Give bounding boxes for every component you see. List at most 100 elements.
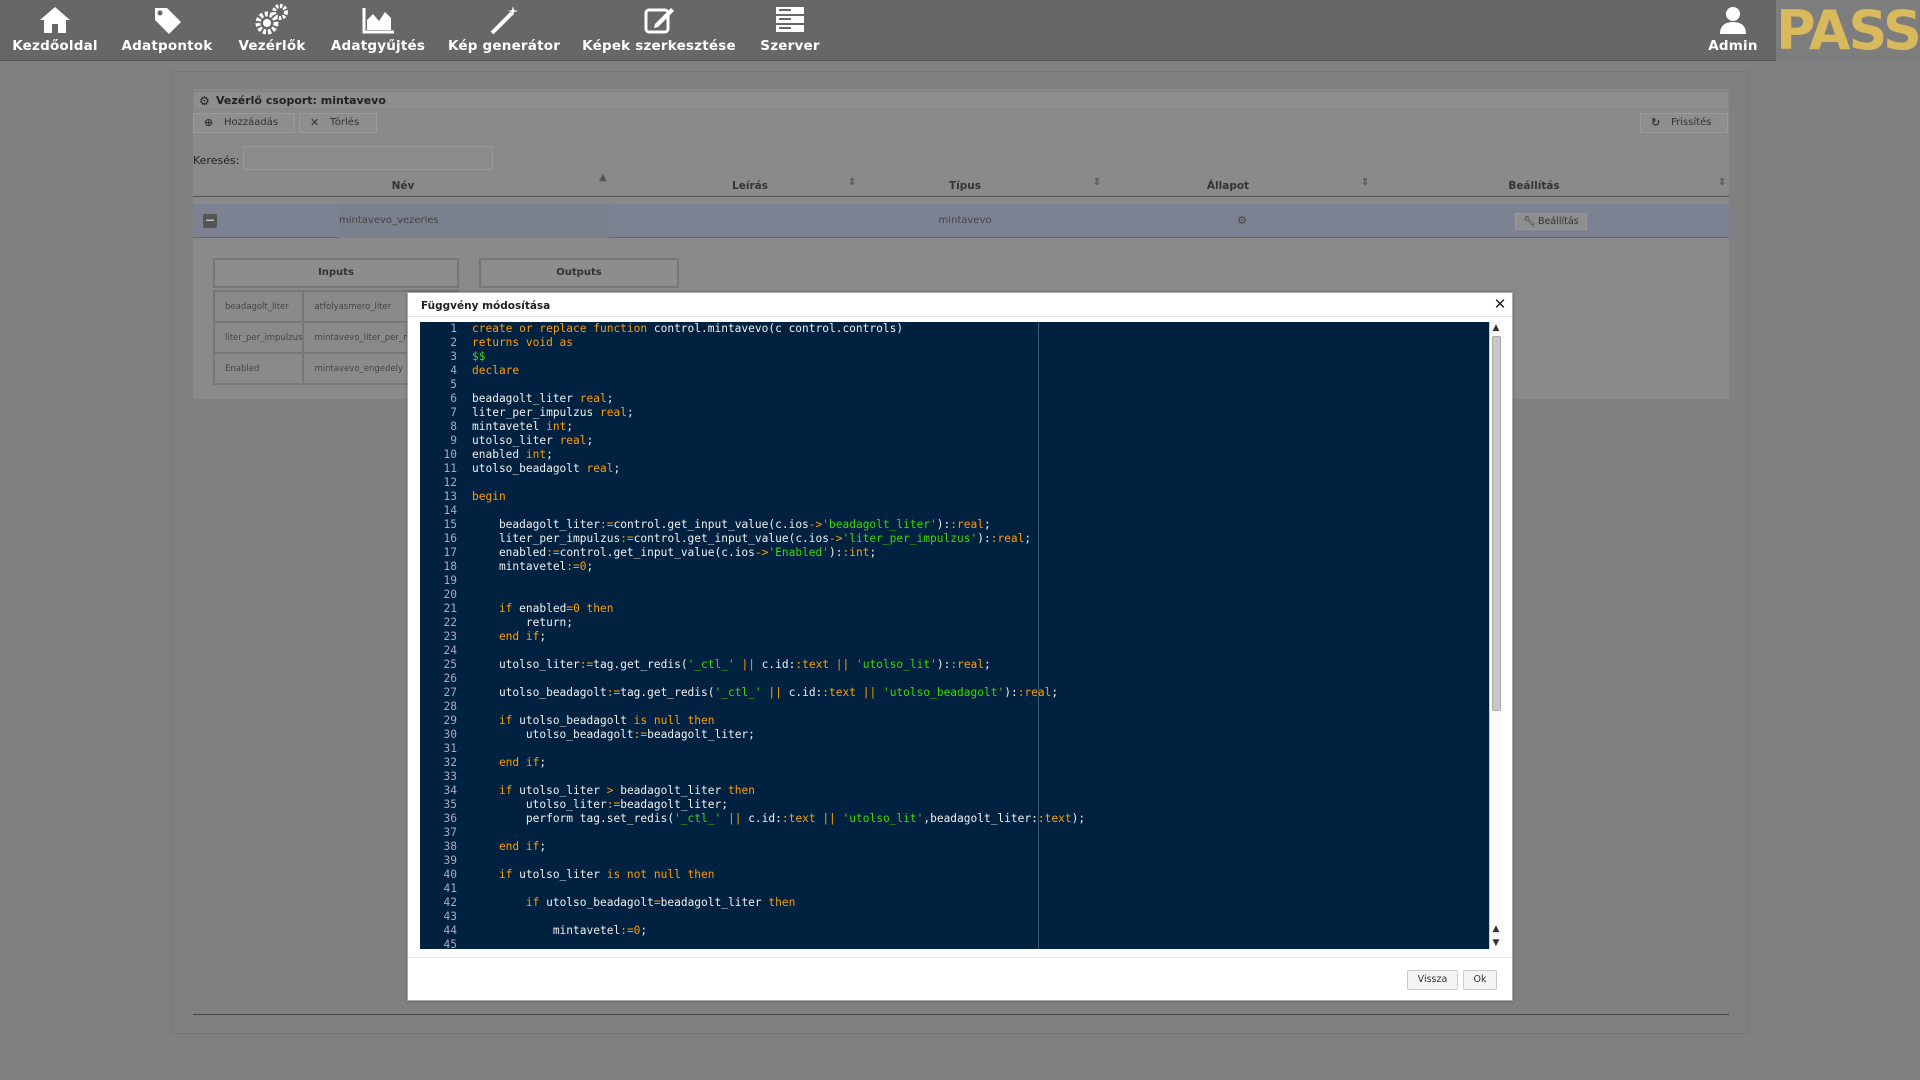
code-line[interactable]: 15 beadagolt_liter:=control.get_input_va…	[420, 518, 1490, 532]
collapse-icon[interactable]: −	[203, 214, 217, 228]
code-line[interactable]: 6 beadagolt_liter real;	[420, 392, 1490, 406]
line-number: 40	[443, 868, 457, 881]
code-line[interactable]: 17 enabled:=control.get_input_value(c.io…	[420, 546, 1490, 560]
line-number: 44	[443, 924, 457, 937]
code-content[interactable]: 1 create or replace function control.mint…	[420, 322, 1490, 949]
code-line[interactable]: 27 utolso_beadagolt:=tag.get_redis('_ctl…	[420, 686, 1490, 700]
close-icon[interactable]: ✕	[1493, 297, 1507, 312]
line-number: 1	[450, 322, 457, 335]
io-input-cell: beadagolt_liter	[212, 290, 305, 323]
code-line[interactable]: 42 if utolso_beadagolt=beadagolt_liter t…	[420, 896, 1490, 910]
code-line[interactable]: 18 mintavetel:=0;	[420, 560, 1490, 574]
vertical-scrollbar[interactable]: ▲ ▲ ▼	[1489, 322, 1502, 949]
nav-item-vezerlok[interactable]: Vezérlők	[232, 4, 312, 58]
code-line[interactable]: 25 utolso_liter:=tag.get_redis('_ctl_' |…	[420, 658, 1490, 672]
ok-button[interactable]: Ok	[1463, 970, 1497, 990]
edit-icon	[644, 8, 674, 34]
line-number: 41	[443, 882, 457, 895]
code-line[interactable]: 33	[420, 770, 1490, 784]
code-line[interactable]: 1 create or replace function control.mint…	[420, 322, 1490, 336]
code-line[interactable]: 41	[420, 882, 1490, 896]
scroll-up-icon[interactable]: ▲	[1490, 923, 1502, 935]
search-label: Keresés:	[193, 154, 240, 167]
code-line[interactable]: 31	[420, 742, 1490, 756]
column-header-allapot[interactable]: Állapot	[1093, 175, 1363, 197]
column-header-tipus[interactable]: Típus	[793, 175, 1137, 197]
code-line[interactable]: 4 declare	[420, 364, 1490, 378]
line-number: 22	[443, 616, 457, 629]
settings-button-label: Beállítás	[1538, 216, 1579, 227]
nav-item-szerver[interactable]: Szerver	[754, 4, 826, 58]
delete-button[interactable]: ✕ Törlés	[299, 113, 377, 133]
code-line[interactable]: 34 if utolso_liter > beadagolt_liter the…	[420, 784, 1490, 798]
code-line[interactable]: 43	[420, 910, 1490, 924]
code-line[interactable]: 44 mintavetel:=0;	[420, 924, 1490, 938]
refresh-button[interactable]: ↻ Frissítés	[1640, 113, 1728, 133]
code-line[interactable]: 23 end if;	[420, 630, 1490, 644]
code-line[interactable]: 5	[420, 378, 1490, 392]
settings-button[interactable]: 🔧︎ Beállítás	[1515, 213, 1587, 230]
table-row[interactable]: − mintavevo_vezerles mintavevo ⚙ 🔧︎ Beál…	[193, 204, 1729, 238]
divider	[193, 1014, 1729, 1015]
code-line[interactable]: 3 $$	[420, 350, 1490, 364]
line-number: 17	[443, 546, 457, 559]
admin-menu[interactable]: Admin	[1706, 4, 1760, 58]
scroll-up-icon[interactable]: ▲	[1490, 322, 1502, 334]
code-line[interactable]: 16 liter_per_impulzus:=control.get_input…	[420, 532, 1490, 546]
scroll-down-icon[interactable]: ▼	[1490, 937, 1502, 949]
code-line[interactable]: 2 returns void as	[420, 336, 1490, 350]
line-number: 26	[443, 672, 457, 685]
code-line[interactable]: 7 liter_per_impulzus real;	[420, 406, 1490, 420]
code-line[interactable]: 13 begin	[420, 490, 1490, 504]
nav-label: Vezérlők	[238, 38, 306, 54]
code-text: if utolso_beadagolt is null then	[472, 714, 715, 727]
gear-icon: ⚙	[199, 94, 210, 108]
code-line[interactable]: 14	[420, 504, 1490, 518]
column-header-nev[interactable]: Név	[193, 175, 613, 197]
top-navigation-bar: Kezdőoldal Adatpontok Vezérlők Adatgyűjt…	[0, 0, 1920, 61]
line-number: 3	[450, 350, 457, 363]
code-line[interactable]: 10 enabled int;	[420, 448, 1490, 462]
code-line[interactable]: 38 end if;	[420, 840, 1490, 854]
code-line[interactable]: 26	[420, 672, 1490, 686]
code-line[interactable]: 12	[420, 476, 1490, 490]
code-line[interactable]: 40 if utolso_liter is not null then	[420, 868, 1490, 882]
code-line[interactable]: 22 return;	[420, 616, 1490, 630]
nav-label: Kezdőoldal	[12, 38, 98, 54]
code-line[interactable]: 28	[420, 700, 1490, 714]
table-header: Név ▲ Leírás ⇕ Típus ⇕ Állapot ⇕ Beállít…	[193, 172, 1729, 197]
code-line[interactable]: 11 utolso_beadagolt real;	[420, 462, 1490, 476]
code-line[interactable]: 39	[420, 854, 1490, 868]
code-text: mintavetel:=0;	[472, 560, 594, 573]
nav-item-kep-generator[interactable]: Kép generátor	[448, 4, 560, 58]
code-line[interactable]: 19	[420, 574, 1490, 588]
nav-item-adatgyujtes[interactable]: Adatgyűjtés	[328, 4, 428, 58]
code-line[interactable]: 8 mintavetel int;	[420, 420, 1490, 434]
search-input[interactable]	[243, 146, 493, 170]
delete-button-label: Törlés	[330, 117, 360, 128]
line-number: 18	[443, 560, 457, 573]
code-line[interactable]: 45	[420, 938, 1490, 949]
code-line[interactable]: 29 if utolso_beadagolt is null then	[420, 714, 1490, 728]
status-gear-icon: ⚙	[1237, 214, 1247, 227]
back-button[interactable]: Vissza	[1407, 970, 1458, 990]
code-line[interactable]: 32 end if;	[420, 756, 1490, 770]
scrollbar-thumb[interactable]	[1492, 336, 1501, 711]
nav-item-kezdooldal[interactable]: Kezdőoldal	[12, 4, 98, 58]
code-editor[interactable]: 1 create or replace function control.mint…	[420, 322, 1502, 949]
code-text: utolso_beadagolt real;	[472, 462, 621, 475]
column-header-beallitas[interactable]: Beállítás	[1369, 175, 1699, 197]
code-text: begin	[472, 490, 506, 503]
code-line[interactable]: 24	[420, 644, 1490, 658]
code-text: enabled int;	[472, 448, 553, 461]
code-line[interactable]: 9 utolso_liter real;	[420, 434, 1490, 448]
code-line[interactable]: 37	[420, 826, 1490, 840]
add-button[interactable]: ⊕ Hozzáadás	[193, 113, 295, 133]
code-line[interactable]: 20	[420, 588, 1490, 602]
code-line[interactable]: 21 if enabled=0 then	[420, 602, 1490, 616]
nav-item-adatpontok[interactable]: Adatpontok	[118, 4, 216, 58]
code-line[interactable]: 35 utolso_liter:=beadagolt_liter;	[420, 798, 1490, 812]
code-line[interactable]: 36 perform tag.set_redis('_ctl_' || c.id…	[420, 812, 1490, 826]
nav-item-kepek-szerkesztese[interactable]: Képek szerkesztése	[582, 4, 736, 58]
code-line[interactable]: 30 utolso_beadagolt:=beadagolt_liter;	[420, 728, 1490, 742]
